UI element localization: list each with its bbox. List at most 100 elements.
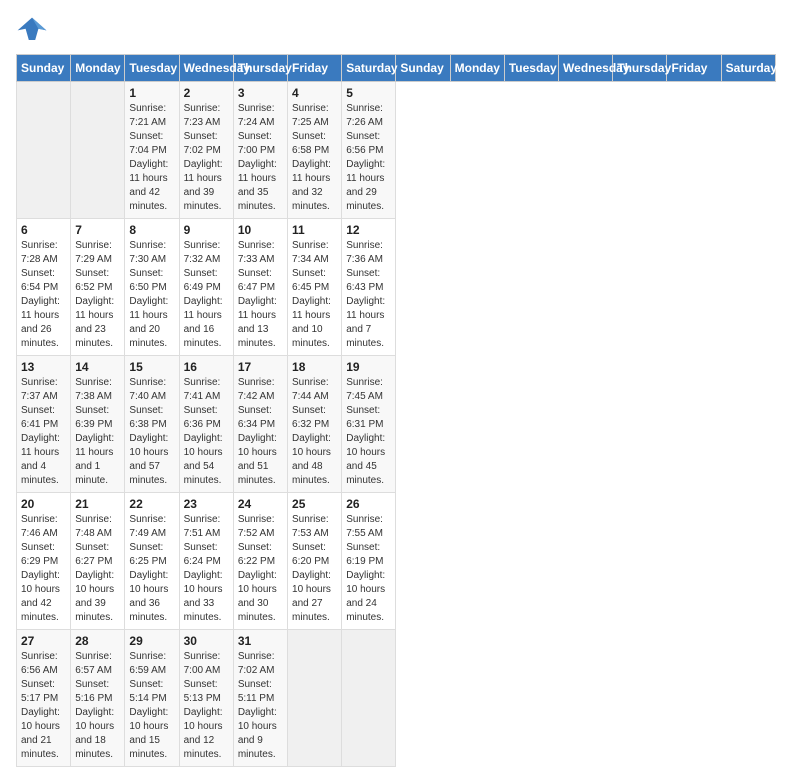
day-number: 10 [238,223,283,237]
calendar-cell [342,630,396,767]
header-row: SundayMondayTuesdayWednesdayThursdayFrid… [17,55,776,82]
day-number: 8 [129,223,174,237]
calendar-cell: 11Sunrise: 7:34 AM Sunset: 6:45 PM Dayli… [288,219,342,356]
day-info: Sunrise: 7:23 AM Sunset: 7:02 PM Dayligh… [184,102,229,214]
day-info: Sunrise: 7:45 AM Sunset: 6:31 PM Dayligh… [346,376,391,488]
day-info: Sunrise: 7:38 AM Sunset: 6:39 PM Dayligh… [75,376,120,488]
day-number: 2 [184,86,229,100]
calendar-cell: 19 Sunrise: 7:45 AM Sunset: 6:31 PM Dayli… [342,356,396,493]
calendar-cell: 31Sunrise: 7:02 AM Sunset: 5:11 PM Dayli… [233,630,287,767]
day-info: Sunrise: 7:40 AM Sunset: 6:38 PM Dayligh… [129,376,174,488]
col-header-friday: Friday [667,55,721,82]
calendar-cell: 26 Sunrise: 7:55 AM Sunset: 6:19 PM Dayli… [342,493,396,630]
day-info: Sunrise: 7:37 AM Sunset: 6:41 PM Dayligh… [21,376,66,488]
col-header-thursday: Thursday [233,55,287,82]
col-header-saturday: Saturday [342,55,396,82]
col-header-sunday: Sunday [396,55,450,82]
day-number: 17 [238,360,283,374]
calendar-cell: 28 Sunrise: 6:57 AM Sunset: 5:16 PM Dayli… [71,630,125,767]
col-header-monday: Monday [71,55,125,82]
calendar-cell: 8 Sunrise: 7:30 AM Sunset: 6:50 PM Daylig… [125,219,179,356]
day-number: 16 [184,360,229,374]
day-info: Sunrise: 7:53 AM Sunset: 6:20 PM Dayligh… [292,513,337,625]
day-number: 6 [21,223,66,237]
day-info: Sunrise: 7:02 AM Sunset: 5:11 PM Dayligh… [238,650,283,762]
day-info: Sunrise: 6:57 AM Sunset: 5:16 PM Dayligh… [75,650,120,762]
day-number: 26 [346,497,391,511]
calendar-cell: 20Sunrise: 7:46 AM Sunset: 6:29 PM Dayli… [17,493,71,630]
logo-icon [16,16,48,44]
day-info: Sunrise: 7:25 AM Sunset: 6:58 PM Dayligh… [292,102,337,214]
calendar-cell: 22 Sunrise: 7:49 AM Sunset: 6:25 PM Dayli… [125,493,179,630]
day-number: 5 [346,86,391,100]
calendar-cell: 27 Sunrise: 6:56 AM Sunset: 5:17 PM Dayli… [17,630,71,767]
calendar-cell: 1Sunrise: 7:21 AM Sunset: 7:04 PM Daylig… [125,82,179,219]
day-number: 20 [21,497,66,511]
day-info: Sunrise: 7:55 AM Sunset: 6:19 PM Dayligh… [346,513,391,625]
calendar-cell [17,82,71,219]
day-number: 22 [129,497,174,511]
day-info: Sunrise: 6:56 AM Sunset: 5:17 PM Dayligh… [21,650,66,762]
day-info: Sunrise: 7:51 AM Sunset: 6:24 PM Dayligh… [184,513,229,625]
calendar-cell: 21 Sunrise: 7:48 AM Sunset: 6:27 PM Dayli… [71,493,125,630]
col-header-monday: Monday [450,55,504,82]
day-info: Sunrise: 7:36 AM Sunset: 6:43 PM Dayligh… [346,239,391,351]
day-info: Sunrise: 7:33 AM Sunset: 6:47 PM Dayligh… [238,239,283,351]
day-number: 21 [75,497,120,511]
calendar-cell: 13 Sunrise: 7:37 AM Sunset: 6:41 PM Dayli… [17,356,71,493]
calendar-week-4: 20Sunrise: 7:46 AM Sunset: 6:29 PM Dayli… [17,493,776,630]
day-number: 15 [129,360,174,374]
calendar-cell: 17 Sunrise: 7:42 AM Sunset: 6:34 PM Dayli… [233,356,287,493]
day-info: Sunrise: 7:00 AM Sunset: 5:13 PM Dayligh… [184,650,229,762]
day-number: 30 [184,634,229,648]
calendar-cell: 14Sunrise: 7:38 AM Sunset: 6:39 PM Dayli… [71,356,125,493]
calendar-week-1: 1Sunrise: 7:21 AM Sunset: 7:04 PM Daylig… [17,82,776,219]
col-header-wednesday: Wednesday [179,55,233,82]
day-info: Sunrise: 7:49 AM Sunset: 6:25 PM Dayligh… [129,513,174,625]
day-info: Sunrise: 7:21 AM Sunset: 7:04 PM Dayligh… [129,102,174,214]
col-header-tuesday: Tuesday [125,55,179,82]
day-info: Sunrise: 7:48 AM Sunset: 6:27 PM Dayligh… [75,513,120,625]
calendar-week-5: 27 Sunrise: 6:56 AM Sunset: 5:17 PM Dayli… [17,630,776,767]
day-info: Sunrise: 7:24 AM Sunset: 7:00 PM Dayligh… [238,102,283,214]
calendar-cell [288,630,342,767]
calendar-cell: 5 Sunrise: 7:26 AM Sunset: 6:56 PM Daylig… [342,82,396,219]
day-number: 4 [292,86,337,100]
calendar-table: SundayMondayTuesdayWednesdayThursdayFrid… [16,54,776,767]
day-number: 13 [21,360,66,374]
calendar-cell: 2 Sunrise: 7:23 AM Sunset: 7:02 PM Daylig… [179,82,233,219]
day-info: Sunrise: 7:42 AM Sunset: 6:34 PM Dayligh… [238,376,283,488]
day-number: 18 [292,360,337,374]
calendar-cell [71,82,125,219]
day-info: Sunrise: 7:30 AM Sunset: 6:50 PM Dayligh… [129,239,174,351]
calendar-cell: 4 Sunrise: 7:25 AM Sunset: 6:58 PM Daylig… [288,82,342,219]
calendar-cell: 15 Sunrise: 7:40 AM Sunset: 6:38 PM Dayli… [125,356,179,493]
col-header-wednesday: Wednesday [559,55,613,82]
calendar-cell: 6 Sunrise: 7:28 AM Sunset: 6:54 PM Daylig… [17,219,71,356]
day-number: 27 [21,634,66,648]
day-info: Sunrise: 7:29 AM Sunset: 6:52 PM Dayligh… [75,239,120,351]
day-number: 12 [346,223,391,237]
day-number: 24 [238,497,283,511]
day-number: 9 [184,223,229,237]
day-info: Sunrise: 7:26 AM Sunset: 6:56 PM Dayligh… [346,102,391,214]
day-number: 28 [75,634,120,648]
col-header-tuesday: Tuesday [504,55,558,82]
calendar-cell: 12 Sunrise: 7:36 AM Sunset: 6:43 PM Dayli… [342,219,396,356]
day-info: Sunrise: 7:32 AM Sunset: 6:49 PM Dayligh… [184,239,229,351]
page-header [16,16,776,44]
calendar-cell: 9 Sunrise: 7:32 AM Sunset: 6:49 PM Daylig… [179,219,233,356]
calendar-week-3: 13 Sunrise: 7:37 AM Sunset: 6:41 PM Dayli… [17,356,776,493]
day-info: Sunrise: 7:34 AM Sunset: 6:45 PM Dayligh… [292,239,337,351]
calendar-cell: 18 Sunrise: 7:44 AM Sunset: 6:32 PM Dayli… [288,356,342,493]
col-header-saturday: Saturday [721,55,775,82]
day-number: 19 [346,360,391,374]
calendar-cell: 16Sunrise: 7:41 AM Sunset: 6:36 PM Dayli… [179,356,233,493]
calendar-cell: 25Sunrise: 7:53 AM Sunset: 6:20 PM Dayli… [288,493,342,630]
col-header-friday: Friday [288,55,342,82]
day-number: 29 [129,634,174,648]
day-info: Sunrise: 7:28 AM Sunset: 6:54 PM Dayligh… [21,239,66,351]
day-info: Sunrise: 7:44 AM Sunset: 6:32 PM Dayligh… [292,376,337,488]
day-info: Sunrise: 6:59 AM Sunset: 5:14 PM Dayligh… [129,650,174,762]
calendar-cell: 29 Sunrise: 6:59 AM Sunset: 5:14 PM Dayli… [125,630,179,767]
